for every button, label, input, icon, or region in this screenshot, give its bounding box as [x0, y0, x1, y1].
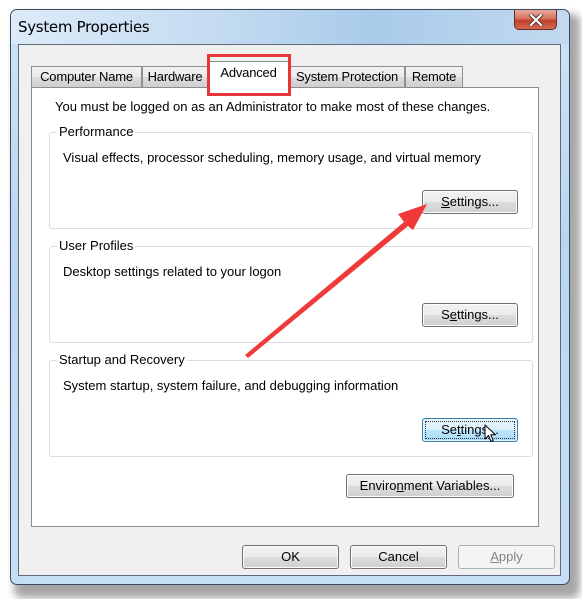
group-description: System startup, system failure, and debu… [63, 378, 399, 393]
group-label: User Profiles [57, 238, 136, 253]
startup-recovery-group: Startup and Recovery System startup, sys… [49, 352, 533, 457]
close-button[interactable] [514, 10, 557, 30]
apply-button[interactable]: Apply [458, 545, 555, 569]
group-description: Desktop settings related to your logon [63, 264, 282, 279]
button-label: Se [441, 422, 457, 437]
group-label: Startup and Recovery [57, 352, 187, 367]
user-profiles-group: User Profiles Desktop settings related t… [49, 238, 533, 343]
tab-computer-name[interactable]: Computer Name [31, 66, 142, 87]
cancel-button[interactable]: Cancel [350, 545, 447, 569]
highlight-box [207, 54, 291, 96]
advanced-tab-panel: You must be logged on as an Administrato… [31, 87, 539, 527]
performance-group: Performance Visual effects, processor sc… [49, 124, 533, 229]
user-profiles-settings-button[interactable]: Settings... [422, 303, 518, 327]
button-label: ettings... [449, 194, 499, 209]
button-accelerator: A [490, 549, 499, 564]
mouse-pointer-icon [484, 424, 496, 442]
admin-note: You must be logged on as an Administrato… [55, 99, 491, 114]
button-label: ment Variables... [403, 478, 501, 493]
tab-system-protection[interactable]: System Protection [289, 66, 405, 87]
button-label: S [441, 307, 450, 322]
startup-recovery-settings-button[interactable]: Settings... [422, 418, 518, 442]
dialog-client-area: Computer Name Hardware Advanced System P… [18, 44, 561, 576]
button-accelerator: e [449, 307, 457, 322]
button-label: pply [498, 549, 523, 564]
button-label: Enviro [359, 478, 397, 493]
system-properties-window: System Properties Computer Name Hardware… [10, 9, 570, 585]
tab-remote[interactable]: Remote [405, 66, 463, 87]
window-title: System Properties [18, 18, 150, 36]
button-label: ttings... [456, 307, 499, 322]
button-accelerator: n [396, 478, 404, 493]
environment-variables-button[interactable]: Environment Variables... [346, 474, 514, 498]
button-accelerator: S [441, 194, 450, 209]
ok-button[interactable]: OK [242, 545, 339, 569]
performance-settings-button[interactable]: Settings... [422, 190, 518, 214]
group-description: Visual effects, processor scheduling, me… [63, 150, 481, 165]
group-label: Performance [57, 124, 136, 139]
close-icon [528, 13, 543, 26]
tab-hardware[interactable]: Hardware [142, 66, 208, 87]
